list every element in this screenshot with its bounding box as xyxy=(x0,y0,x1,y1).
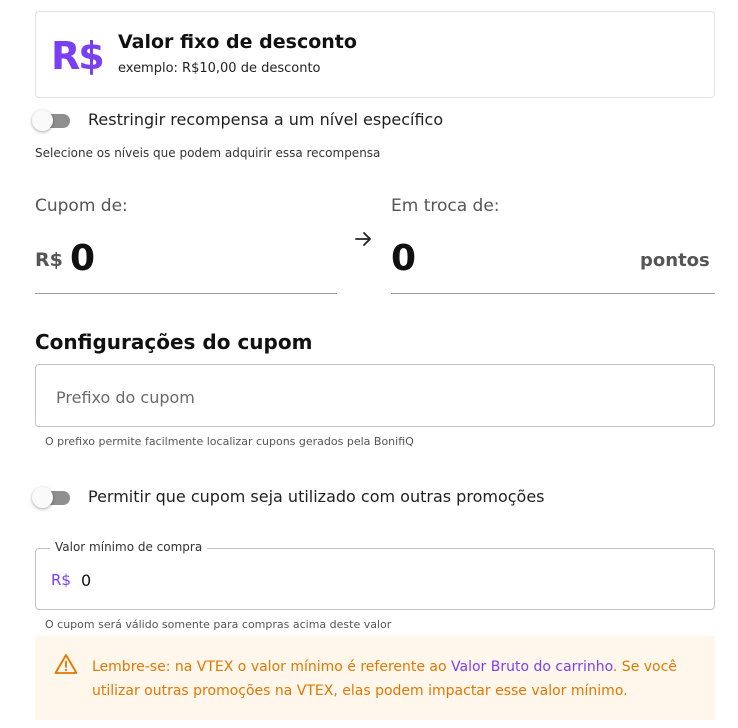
min-purchase-input[interactable] xyxy=(81,569,681,591)
coupon-settings-title: Configurações do cupom xyxy=(35,330,313,354)
reward-type-card[interactable]: R$ Valor fixo de desconto exemplo: R$10,… xyxy=(35,11,715,98)
restrict-level-helper: Selecione os níveis que podem adquirir e… xyxy=(35,146,381,160)
arrow-right-icon xyxy=(353,228,375,255)
allow-promotions-toggle[interactable] xyxy=(32,487,72,508)
min-purchase-label: Valor mínimo de compra xyxy=(50,540,208,554)
restrict-level-label: Restringir recompensa a um nível específ… xyxy=(88,110,444,129)
vtex-warning-alert: Lembre-se: na VTEX o valor mínimo é refe… xyxy=(35,636,715,720)
min-purchase-currency: R$ xyxy=(51,571,71,589)
warning-triangle-icon xyxy=(54,653,78,675)
currency-logo: R$ xyxy=(51,34,105,78)
min-purchase-field[interactable]: R$ xyxy=(35,548,715,610)
points-value[interactable]: 0 xyxy=(391,238,416,279)
coupon-label: Cupom de: xyxy=(35,196,128,216)
points-suffix: pontos xyxy=(640,250,710,271)
min-purchase-helper: O cupom será válido somente para compras… xyxy=(45,618,392,631)
warning-text-start: Lembre-se: na VTEX o valor mínimo é refe… xyxy=(92,659,452,675)
coupon-prefix-field[interactable] xyxy=(35,364,715,427)
points-label: Em troca de: xyxy=(391,196,500,216)
toggle-knob xyxy=(32,487,53,508)
toggle-knob xyxy=(32,110,53,131)
gross-cart-value-link[interactable]: Valor Bruto do carrinho xyxy=(451,659,613,675)
coupon-value[interactable]: 0 xyxy=(70,238,95,279)
coupon-value-underline xyxy=(35,293,337,294)
restrict-level-toggle[interactable] xyxy=(32,110,72,131)
reward-type-title: Valor fixo de desconto xyxy=(118,31,357,53)
coupon-currency-prefix: R$ xyxy=(35,249,63,271)
warning-text: Lembre-se: na VTEX o valor mínimo é refe… xyxy=(92,655,702,703)
coupon-prefix-helper: O prefixo permite facilmente localizar c… xyxy=(45,435,414,448)
points-value-underline xyxy=(391,293,715,294)
reward-type-subtitle: exemplo: R$10,00 de desconto xyxy=(118,61,321,76)
allow-promotions-label: Permitir que cupom seja utilizado com ou… xyxy=(88,487,545,506)
coupon-prefix-input[interactable] xyxy=(56,385,676,409)
